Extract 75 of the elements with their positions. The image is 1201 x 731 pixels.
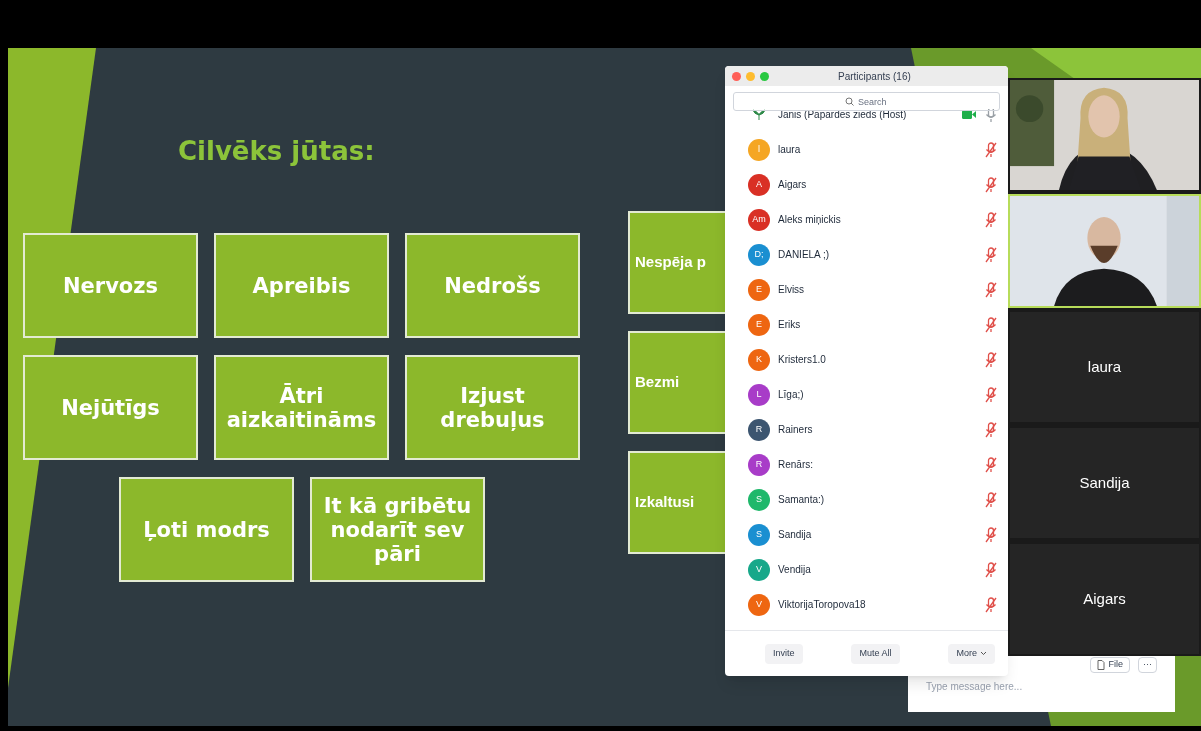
participant-name: Eriks xyxy=(778,318,801,332)
participant-row[interactable]: L Līga;) xyxy=(725,377,1008,412)
participant-name: Līga;) xyxy=(778,388,804,402)
slide-card: Nejūtīgs xyxy=(23,355,198,460)
participant-row[interactable]: S Sandija xyxy=(725,517,1008,552)
participant-name: ViktorijaToropova18 xyxy=(778,598,866,612)
file-button[interactable]: File xyxy=(1090,657,1130,673)
chevron-down-icon xyxy=(980,651,987,656)
participant-row[interactable]: E Eriks xyxy=(725,307,1008,342)
slide-card: Ātri aizkaitināms xyxy=(214,355,389,460)
participant-name: Samanta:) xyxy=(778,493,825,507)
footer-button[interactable]: Invite xyxy=(765,643,803,664)
avatar: D; xyxy=(748,243,770,266)
video-tile[interactable]: laura xyxy=(1008,310,1201,424)
participant-row[interactable]: l laura xyxy=(725,132,1008,167)
video-tile[interactable]: Sandija xyxy=(1008,426,1201,540)
participant-row[interactable]: S Samanta:) xyxy=(725,482,1008,517)
participant-name: DANIELA ;) xyxy=(778,248,830,262)
document-icon xyxy=(1097,660,1106,670)
footer-button[interactable]: Mute All xyxy=(851,643,900,664)
minimize-icon[interactable] xyxy=(746,71,755,81)
participant-row[interactable]: V ViktorijaToropova18 xyxy=(725,587,1008,622)
avatar: L xyxy=(748,383,770,406)
participant-row[interactable]: E Elviss xyxy=(725,272,1008,307)
participant-name: Aigars xyxy=(778,178,807,192)
avatar: Am xyxy=(748,208,770,231)
zoom-icon[interactable] xyxy=(760,71,769,81)
leaf-logo-icon xyxy=(752,109,766,121)
avatar: A xyxy=(748,173,770,196)
slide-card: Apreibis xyxy=(214,233,389,338)
slide-card: Nespēja p xyxy=(628,211,727,314)
video-tile[interactable]: Aigars xyxy=(1008,542,1201,656)
avatar: E xyxy=(748,278,770,301)
participant-row[interactable]: A Aigars xyxy=(725,167,1008,202)
slide-title: Cilvēks jūtas: xyxy=(178,135,375,168)
window-title: Participants (16) xyxy=(838,69,911,84)
slide-card: Izjust drebuļus xyxy=(405,355,580,460)
participant-row[interactable]: R Renārs: xyxy=(725,447,1008,482)
participant-name: Elviss xyxy=(778,283,805,297)
participant-name: Sandija xyxy=(778,528,812,542)
participant-row[interactable]: K Kristers1.0 xyxy=(725,342,1008,377)
participant-name: Aleks miņickis xyxy=(778,213,841,227)
slide-card: Nedrošs xyxy=(405,233,580,338)
close-icon[interactable] xyxy=(732,71,741,81)
participant-row[interactable]: Am Aleks miņickis xyxy=(725,202,1008,237)
avatar: l xyxy=(748,138,770,161)
slide-card: Nervozs xyxy=(23,233,198,338)
participant-name: Aigars xyxy=(1083,588,1126,609)
avatar: K xyxy=(748,348,770,371)
participant-name: Renārs: xyxy=(778,458,813,472)
search-icon xyxy=(845,97,854,106)
avatar: R xyxy=(748,418,770,441)
participant-name: Sandija xyxy=(1079,472,1130,493)
participant-row[interactable]: V Vendija xyxy=(725,552,1008,587)
slide-card: It kā gribētu nodarīt sev pāri xyxy=(310,477,485,582)
avatar: V xyxy=(748,593,770,616)
avatar: S xyxy=(748,523,770,546)
participant-name: Kristers1.0 xyxy=(778,353,826,367)
participant-row[interactable]: D; DANIELA ;) xyxy=(725,237,1008,272)
participant-name: laura xyxy=(1087,356,1122,377)
message-field[interactable]: Type message here... xyxy=(926,679,1146,694)
search-field[interactable]: Search xyxy=(733,92,1000,111)
slide-card: Ļoti modrs xyxy=(119,477,294,582)
slide-card: Bezmi xyxy=(628,331,727,434)
slide-card: Izkaltusi xyxy=(628,451,727,554)
more-options-button[interactable]: ··· xyxy=(1138,657,1157,673)
avatar: S xyxy=(748,488,770,511)
avatar: R xyxy=(748,453,770,476)
avatar: E xyxy=(748,313,770,336)
more-button[interactable]: More xyxy=(948,643,995,664)
participant-name: laura xyxy=(778,143,801,157)
participant-name: Vendija xyxy=(778,563,811,577)
participant-row[interactable]: R Rainers xyxy=(725,412,1008,447)
avatar: V xyxy=(748,558,770,581)
participant-name: Rainers xyxy=(778,423,813,437)
